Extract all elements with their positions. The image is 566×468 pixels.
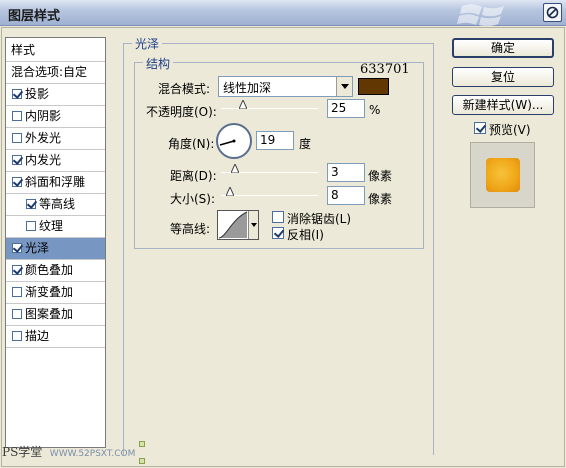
style-item-satin[interactable]: 光泽 [6, 238, 105, 260]
opacity-input[interactable]: 25 [327, 99, 365, 118]
style-item-drop-shadow[interactable]: 投影 [6, 84, 105, 106]
distance-slider-thumb[interactable] [231, 164, 239, 173]
style-checkbox[interactable] [12, 89, 22, 99]
style-item-pattern-overlay[interactable]: 图案叠加 [6, 304, 105, 326]
style-checkbox[interactable] [26, 199, 36, 209]
contour-label: 等高线: [170, 222, 211, 236]
windows-logo-icon [457, 4, 504, 26]
preview-swatch [486, 158, 520, 192]
ok-button[interactable]: 确定 [452, 38, 554, 58]
opacity-slider-track[interactable] [221, 108, 318, 109]
style-list: 样式 混合选项:自定 投影 内阴影 外发光 内发光 斜面和浮雕 等高线 纹理 光… [5, 37, 106, 448]
distance-input[interactable]: 3 [327, 163, 365, 182]
anti-alias-label[interactable]: 消除锯齿(L) [287, 210, 351, 227]
color-hex-label: 633701 [360, 62, 410, 77]
color-swatch[interactable] [358, 78, 389, 95]
style-item-bevel-emboss[interactable]: 斜面和浮雕 [6, 172, 105, 194]
invert-label[interactable]: 反相(I) [287, 226, 324, 243]
style-item-outer-glow[interactable]: 外发光 [6, 128, 105, 150]
style-checkbox[interactable] [12, 243, 22, 253]
style-checkbox[interactable] [12, 287, 22, 297]
blend-mode-value: 线性加深 [223, 81, 272, 95]
distance-label: 距离(D): [170, 169, 217, 183]
style-checkbox[interactable] [12, 111, 22, 121]
style-item-inner-shadow[interactable]: 内阴影 [6, 106, 105, 128]
angle-dial[interactable] [216, 123, 252, 159]
new-style-button[interactable]: 新建样式(W)... [452, 95, 554, 115]
watermark-url: WWW.52PSXT.COM [49, 449, 136, 459]
blend-options-item[interactable]: 混合选项:自定 [6, 62, 105, 84]
style-item-texture[interactable]: 纹理 [6, 216, 105, 238]
invert-checkbox[interactable] [272, 227, 284, 239]
style-item-contour[interactable]: 等高线 [6, 194, 105, 216]
opacity-unit: % [369, 103, 381, 117]
chevron-down-icon[interactable] [248, 211, 258, 239]
style-checkbox[interactable] [12, 331, 22, 341]
anti-alias-checkbox[interactable] [272, 211, 284, 223]
preview-checkbox[interactable] [474, 122, 486, 134]
chevron-down-icon[interactable] [336, 77, 352, 96]
title-bar: 图层样式 [0, 0, 566, 26]
reset-button[interactable]: 复位 [452, 67, 554, 87]
structure-group-title: 结构 [143, 55, 174, 72]
style-preview [470, 142, 535, 208]
style-checkbox[interactable] [26, 221, 36, 231]
style-checkbox[interactable] [12, 309, 22, 319]
satin-section-title: 光泽 [132, 35, 163, 52]
watermark-left: PS学堂 [2, 445, 43, 459]
window-title: 图层样式 [8, 9, 61, 24]
style-item-gradient-overlay[interactable]: 渐变叠加 [6, 282, 105, 304]
style-item-inner-glow[interactable]: 内发光 [6, 150, 105, 172]
style-checkbox[interactable] [12, 155, 22, 165]
corner-mark [139, 441, 145, 447]
blend-mode-label: 混合模式: [158, 82, 211, 96]
corner-mark [139, 458, 145, 464]
angle-label: 角度(N): [168, 137, 215, 151]
window-close-button[interactable] [543, 3, 562, 22]
watermark: PS学堂 WWW.52PSXT.COM [2, 443, 135, 460]
close-icon [546, 6, 559, 19]
style-item-color-overlay[interactable]: 颜色叠加 [6, 260, 105, 282]
contour-picker[interactable] [217, 210, 259, 240]
angle-input[interactable]: 19 [256, 131, 294, 150]
blend-mode-select[interactable]: 线性加深 [218, 76, 353, 97]
size-input[interactable]: 8 [327, 186, 365, 205]
contour-curve-icon [218, 211, 248, 239]
angle-dial-needle [219, 139, 236, 146]
style-list-header[interactable]: 样式 [6, 38, 105, 62]
preview-label[interactable]: 预览(V) [489, 121, 531, 138]
size-unit: 像素 [368, 192, 393, 206]
style-checkbox[interactable] [12, 265, 22, 275]
opacity-label: 不透明度(O): [146, 105, 217, 119]
size-slider-thumb[interactable] [226, 187, 234, 196]
distance-unit: 像素 [368, 169, 393, 183]
size-slider-track[interactable] [221, 195, 318, 196]
style-checkbox[interactable] [12, 133, 22, 143]
style-checkbox[interactable] [12, 177, 22, 187]
angle-unit: 度 [299, 137, 312, 151]
size-label: 大小(S): [170, 192, 216, 206]
opacity-slider-thumb[interactable] [239, 100, 247, 109]
style-item-stroke[interactable]: 描边 [6, 326, 105, 348]
